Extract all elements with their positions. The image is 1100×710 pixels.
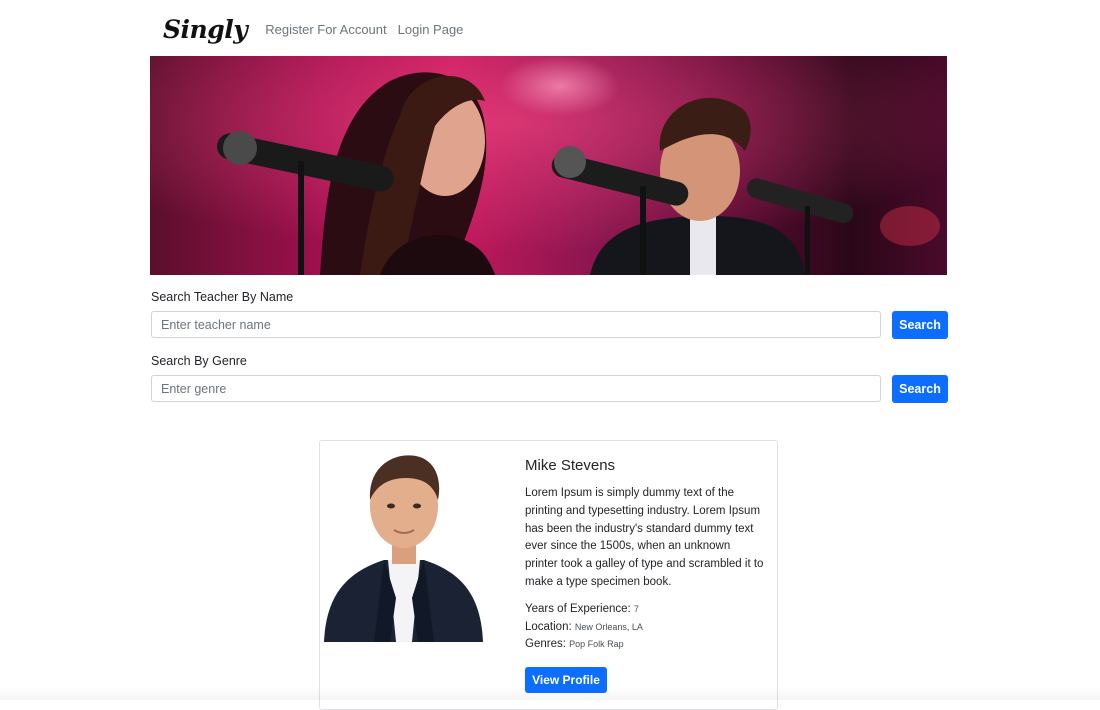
location-value: New Orleans, LA (574, 622, 643, 632)
genres-value: Pop Folk Rap (569, 639, 624, 649)
hero-banner-image (150, 56, 947, 275)
teacher-bio: Lorem Ipsum is simply dummy text of the … (525, 487, 764, 588)
search-genre-label: Search By Genre (151, 354, 247, 368)
location-row: Location: New Orleans, LA (525, 621, 643, 633)
navbar: Singly Register For Account Login Page (163, 12, 474, 46)
search-name-button[interactable]: Search (892, 311, 948, 339)
location-label: Location: (525, 621, 572, 633)
experience-row: Years of Experience: 7 (525, 603, 639, 615)
page-bottom-shade (0, 685, 1100, 700)
nav-link-register[interactable]: Register For Account (265, 22, 386, 37)
teacher-photo (324, 448, 483, 642)
teacher-card: Mike Stevens Lorem Ipsum is simply dummy… (319, 440, 778, 710)
teacher-name-input[interactable] (151, 311, 881, 338)
genres-row: Genres: Pop Folk Rap (525, 638, 624, 650)
teacher-name: Mike Stevens (525, 457, 616, 474)
genre-input[interactable] (151, 375, 881, 402)
search-genre-button[interactable]: Search (892, 375, 948, 403)
search-name-label: Search Teacher By Name (151, 290, 294, 304)
brand-logo[interactable]: Singly (163, 17, 248, 42)
experience-value: 7 (633, 604, 639, 614)
nav-link-login[interactable]: Login Page (398, 22, 464, 37)
experience-label: Years of Experience: (525, 603, 631, 615)
genres-label: Genres: (525, 638, 566, 650)
